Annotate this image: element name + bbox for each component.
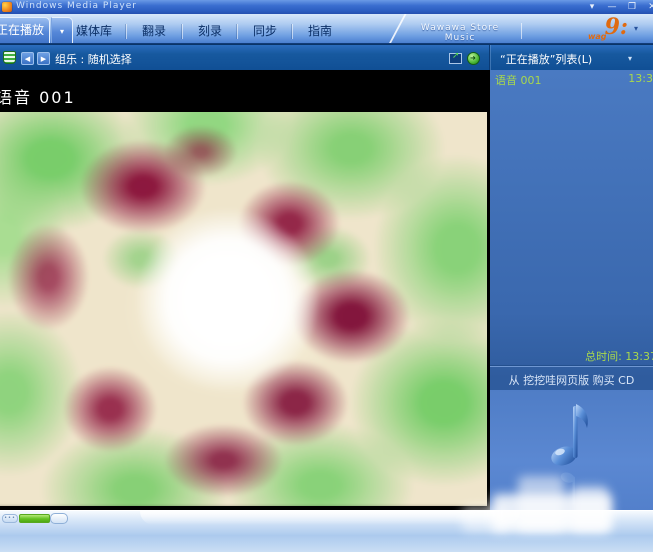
tab-separator xyxy=(237,24,238,39)
tab-burn[interactable]: 刻录 xyxy=(184,19,236,43)
sub-toolbar: ◀ ▶ 组乐 : 随机选择 “正在播放”列表(L) ▾ xyxy=(0,44,653,70)
tab-separator xyxy=(126,24,127,39)
store-separator xyxy=(521,23,522,39)
store-logo-icon: 9: wag xyxy=(586,16,632,44)
buy-cd-link[interactable]: 从 挖挖哇网页版 购买 CD xyxy=(490,372,653,388)
window-controls: ▾ — ❐ ✕ xyxy=(585,0,653,14)
tab-now-playing[interactable]: 正在播放 xyxy=(0,17,50,44)
video-area: 语音 001 xyxy=(0,70,490,510)
total-time-value: 13:37 xyxy=(625,350,653,363)
menu-arrow-icon[interactable]: ▾ xyxy=(585,2,599,13)
visualization-options-icon[interactable] xyxy=(467,52,480,65)
back-button[interactable]: ◀ xyxy=(21,52,34,65)
total-time-row: 总时间: 13:37 xyxy=(490,348,653,364)
close-button[interactable]: ✕ xyxy=(645,2,653,13)
tab-store[interactable]: Wawawa Store Music xyxy=(406,23,514,43)
maximize-button[interactable]: ❐ xyxy=(625,2,639,13)
tab-swoosh-divider xyxy=(356,14,409,44)
playlist-list: 语音 001 13:37 xyxy=(490,70,653,346)
visualization-frame xyxy=(0,112,487,506)
tab-separator xyxy=(182,24,183,39)
minimize-button[interactable]: — xyxy=(605,2,619,13)
forward-button[interactable]: ▶ xyxy=(37,52,50,65)
track-title-overlay: 语音 001 xyxy=(0,84,76,108)
total-time-label: 总时间: xyxy=(585,350,622,363)
playlist-panel: 语音 001 13:37 总时间: 13:37 从 挖挖哇网页版 购买 CD xyxy=(490,70,653,510)
window-title: Windows Media Player xyxy=(16,1,137,11)
toolbar-divider xyxy=(489,45,490,71)
visualization-image[interactable] xyxy=(0,112,487,506)
tab-bar: 正在播放 ▾ 媒体库 翻录 刻录 同步 指南 Wawawa Store Musi… xyxy=(0,14,653,44)
tab-guide[interactable]: 指南 xyxy=(294,19,346,43)
wmp-window: Windows Media Player ▾ — ❐ ✕ 正在播放 ▾ 媒体库 … xyxy=(0,0,653,552)
seek-slider-handle[interactable] xyxy=(50,513,68,524)
panel-divider xyxy=(490,365,653,367)
seek-options-button[interactable]: ••• xyxy=(2,514,18,523)
watermark-blob xyxy=(492,494,612,532)
title-bar: Windows Media Player ▾ — ❐ ✕ xyxy=(0,0,653,14)
playlist-item-duration: 13:37 xyxy=(628,72,653,85)
wmp-app-icon xyxy=(2,2,12,12)
playlist-item-title: 语音 001 xyxy=(495,72,542,88)
tab-separator xyxy=(292,24,293,39)
visualization-breadcrumb: 组乐 : 随机选择 xyxy=(55,51,132,67)
tab-rip[interactable]: 翻录 xyxy=(128,19,180,43)
playlist-selector[interactable]: “正在播放”列表(L) xyxy=(500,51,592,67)
seek-progress[interactable] xyxy=(19,514,50,523)
tab-sync[interactable]: 同步 xyxy=(239,19,291,43)
now-playing-options-icon[interactable] xyxy=(3,51,16,64)
playlist-item[interactable]: 语音 001 13:37 xyxy=(490,72,653,87)
tab-library[interactable]: 媒体库 xyxy=(68,19,120,43)
fullscreen-icon[interactable] xyxy=(449,53,462,64)
store-dropdown-icon[interactable]: ▾ xyxy=(634,24,638,33)
playlist-selector-arrow-icon[interactable]: ▾ xyxy=(628,54,632,63)
